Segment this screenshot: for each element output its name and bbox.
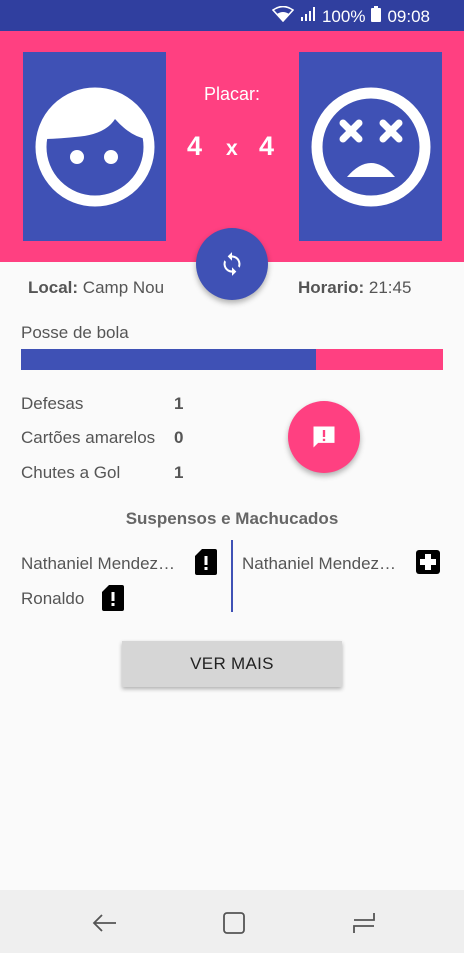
clock: 09:08	[387, 6, 430, 26]
stat-defesas-label: Defesas	[21, 394, 84, 413]
status-bar: 100% 09:08	[0, 0, 464, 31]
report-button[interactable]	[288, 401, 360, 473]
stat-cartoes-value: 0	[174, 428, 184, 447]
score-separator: x	[226, 137, 238, 160]
stat-chutes-label: Chutes a Gol	[21, 463, 121, 482]
suspensos-divider	[231, 540, 233, 612]
suspended-player-1[interactable]: Nathaniel Mendez…	[21, 554, 175, 574]
horario-label: Horario:	[298, 278, 365, 297]
stat-chutes-value: 1	[174, 463, 184, 482]
home-score: 4	[187, 131, 203, 161]
refresh-icon	[223, 252, 241, 276]
card-alert-icon	[102, 585, 124, 616]
suspensos-title: Suspensos e Machucados	[125, 509, 339, 528]
wifi-icon	[271, 5, 295, 27]
medical-cross-icon	[416, 550, 440, 579]
home-icon[interactable]	[221, 910, 247, 936]
refresh-button[interactable]	[196, 228, 268, 300]
possession-bar	[21, 349, 443, 370]
away-team-avatar[interactable]	[299, 52, 442, 241]
dead-face-icon	[311, 87, 430, 206]
horario-value: 21:45	[368, 278, 412, 297]
possession-bar-home	[21, 349, 317, 370]
local-label: Local:	[28, 278, 79, 297]
local-value: Camp Nou	[82, 278, 165, 297]
injured-player-1[interactable]: Nathaniel Mendez…	[242, 554, 396, 574]
stat-defesas-value: 1	[174, 394, 184, 413]
horario-info: Horario: 21:45	[298, 278, 411, 298]
recents-icon[interactable]	[351, 910, 377, 936]
possession-label: Posse de bola	[21, 323, 129, 342]
happy-face-icon	[35, 87, 154, 206]
ver-mais-button[interactable]: VER MAIS	[122, 641, 342, 687]
local-info: Local: Camp Nou	[28, 278, 164, 298]
away-score: 4	[259, 131, 275, 161]
suspended-player-2[interactable]: Ronaldo	[21, 589, 84, 609]
card-alert-icon	[195, 549, 217, 580]
feedback-icon	[313, 426, 335, 448]
home-team-avatar[interactable]	[23, 52, 166, 241]
battery-percent: 100%	[321, 6, 366, 26]
battery-icon	[371, 6, 382, 27]
navigation-bar	[0, 890, 464, 953]
placar-label: Placar:	[203, 84, 261, 104]
signal-icon	[300, 6, 316, 27]
back-icon[interactable]	[92, 910, 118, 936]
stat-cartoes-label: Cartões amarelos	[21, 428, 156, 447]
